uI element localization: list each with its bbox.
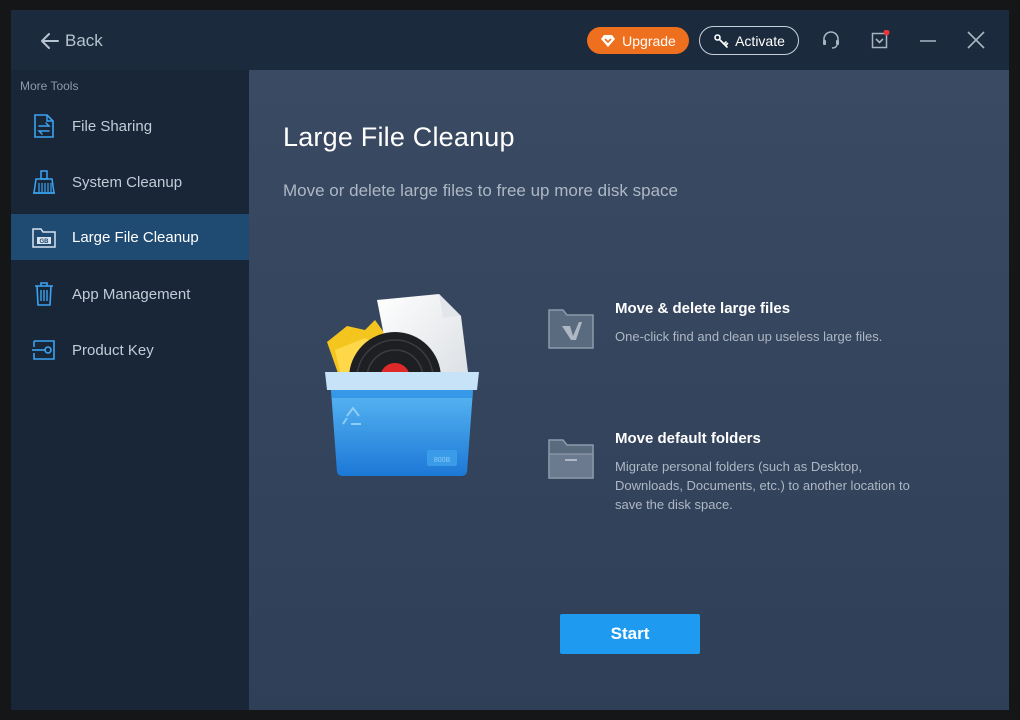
upgrade-label: Upgrade	[622, 32, 676, 49]
diamond-heart-icon	[601, 34, 616, 47]
notification-dot	[883, 30, 890, 36]
gb-folder-icon: GB	[31, 224, 57, 250]
activate-label: Activate	[735, 32, 785, 49]
svg-text:GB: GB	[40, 239, 50, 245]
file-sharing-icon	[31, 113, 57, 139]
download-menu-icon[interactable]	[870, 30, 890, 50]
feature-description: Migrate personal folders (such as Deskto…	[615, 459, 910, 512]
feature-move-folders: Move default folders Migrate personal fo…	[547, 430, 947, 516]
large-file-bin-illustration: 800B	[325, 294, 479, 476]
sidebar: More Tools File Sharing System Cleanup G…	[11, 70, 249, 710]
sidebar-item-large-file-cleanup[interactable]: GB Large File Cleanup	[11, 214, 249, 260]
broom-icon	[31, 169, 57, 195]
sidebar-item-label: System Cleanup	[72, 173, 183, 191]
feature-description: One-click find and clean up useless larg…	[615, 329, 883, 344]
sidebar-item-file-sharing[interactable]: File Sharing	[11, 103, 249, 149]
title-bar: Back Upgrade Activate	[11, 10, 1009, 70]
feature-title: Move default folders	[615, 430, 761, 447]
sidebar-item-label: Product Key	[72, 341, 154, 359]
sidebar-item-label: Large File Cleanup	[72, 228, 199, 246]
start-button[interactable]: Start	[560, 614, 700, 654]
arrow-left-icon	[41, 33, 59, 49]
back-button[interactable]: Back	[41, 29, 103, 53]
activate-button[interactable]: Activate	[699, 26, 799, 55]
sidebar-item-app-management[interactable]: App Management	[11, 271, 249, 317]
key-card-icon	[31, 337, 57, 363]
sidebar-item-label: File Sharing	[72, 117, 153, 135]
page-subtitle: Move or delete large files to free up mo…	[283, 181, 678, 200]
minimize-icon[interactable]	[918, 30, 938, 50]
close-icon[interactable]	[966, 30, 986, 50]
key-icon	[714, 33, 729, 48]
feature-move-delete: Move & delete large files One-click find…	[547, 300, 947, 366]
headset-support-icon[interactable]	[821, 30, 841, 50]
sidebar-heading: More Tools	[20, 79, 79, 93]
main-panel: Large File Cleanup Move or delete large …	[249, 70, 1009, 710]
page-title: Large File Cleanup	[283, 122, 515, 152]
app-window: Back Upgrade Activate More Tools File Sh…	[11, 10, 1009, 710]
sidebar-item-system-cleanup[interactable]: System Cleanup	[11, 159, 249, 205]
back-label: Back	[65, 31, 103, 50]
open-folder-icon	[548, 439, 594, 479]
sidebar-item-label: App Management	[72, 285, 191, 303]
upgrade-button[interactable]: Upgrade	[587, 27, 689, 54]
folder-delete-icon	[548, 309, 594, 349]
trash-icon	[31, 281, 57, 307]
feature-title: Move & delete large files	[615, 300, 791, 317]
sidebar-item-product-key[interactable]: Product Key	[11, 327, 249, 373]
svg-text:800B: 800B	[434, 457, 451, 464]
